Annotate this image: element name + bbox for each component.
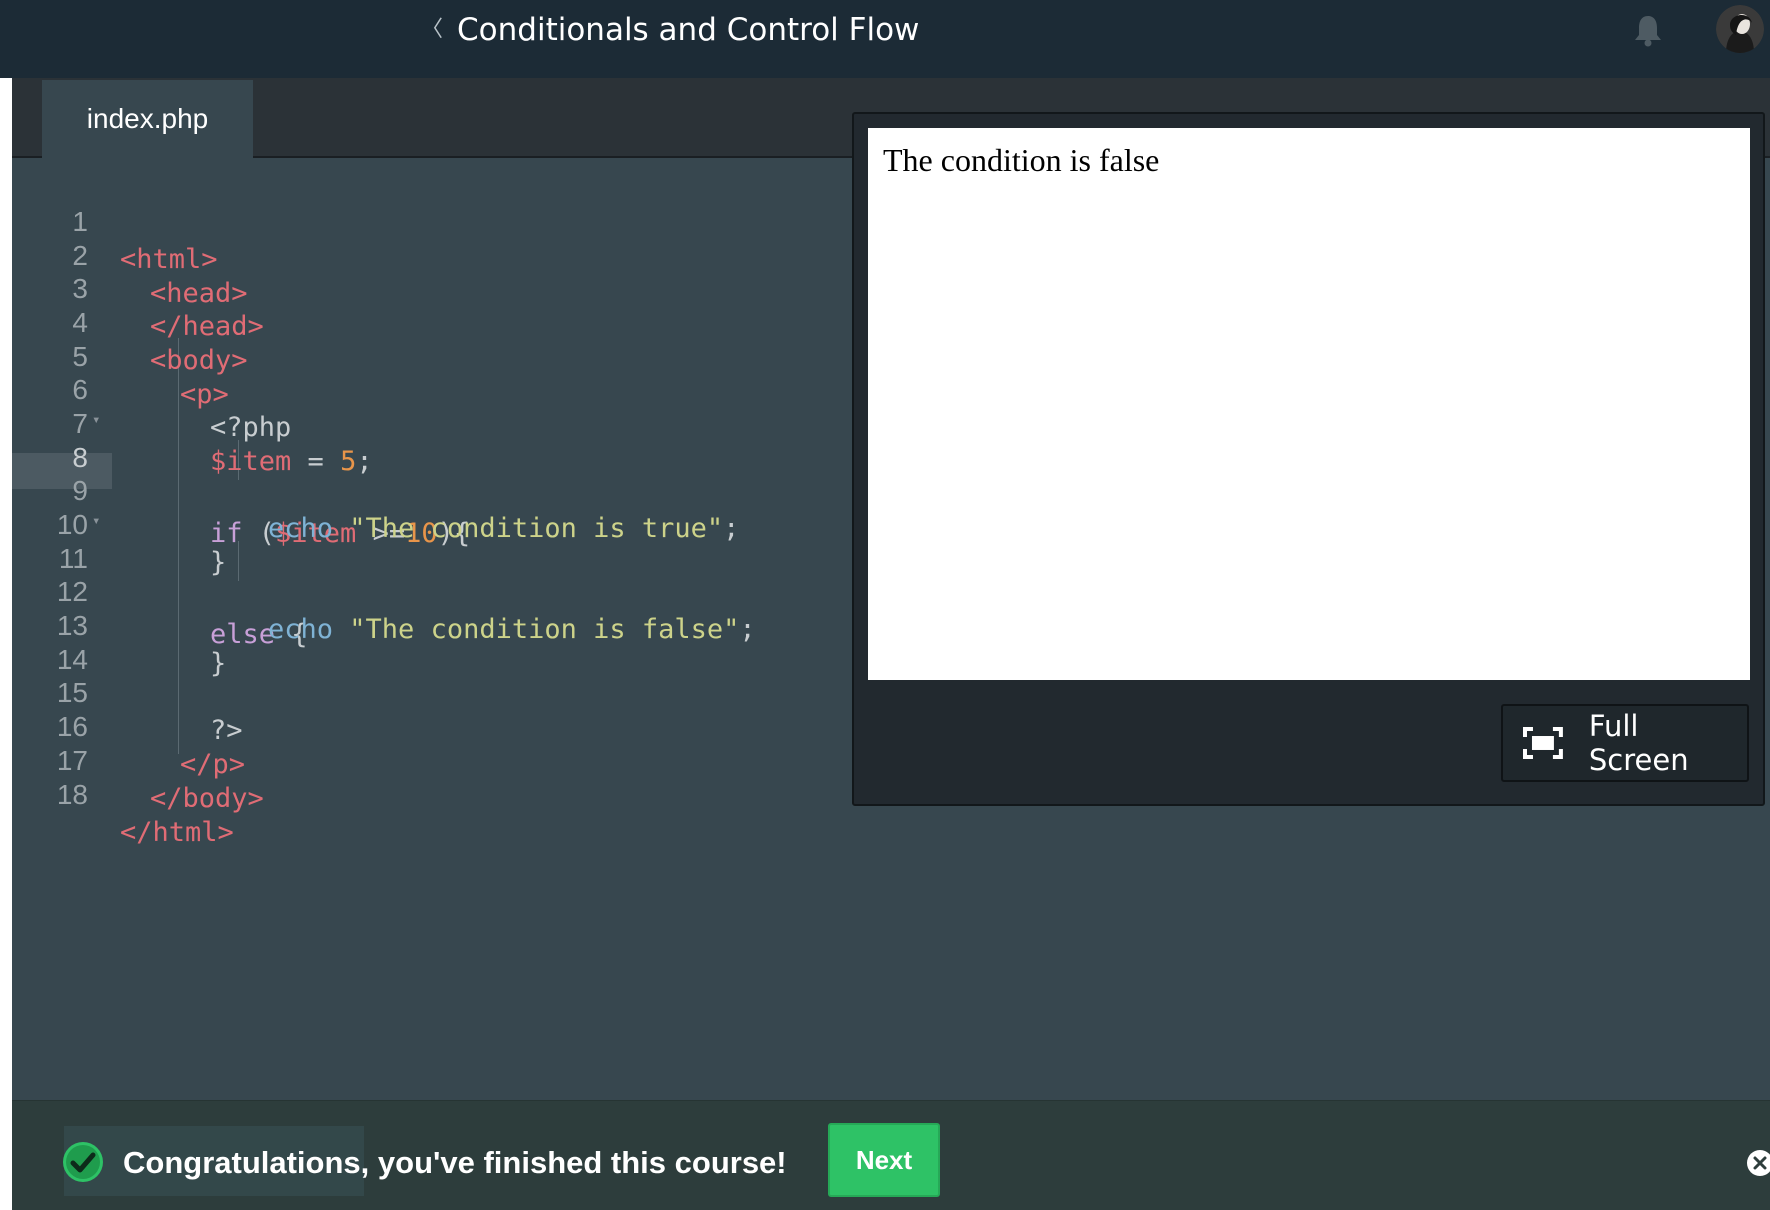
fullscreen-icon	[1523, 727, 1563, 759]
code-line: 15 ?>	[12, 636, 852, 746]
tab-index-php[interactable]: index.php	[42, 78, 253, 158]
preview-output-text: The condition is false	[883, 142, 1160, 178]
code-line: 16 </p>	[12, 670, 852, 780]
code-line: 9 echo "The condition is true";	[12, 434, 852, 544]
full-screen-button[interactable]: Full Screen	[1501, 704, 1749, 782]
code-line: 4 <body>	[12, 266, 852, 376]
code-text: </html>	[120, 817, 234, 848]
code-line: 18 </html>	[12, 738, 852, 848]
left-edge-panel	[0, 78, 12, 1210]
avatar[interactable]	[1716, 5, 1764, 53]
full-screen-label: Full Screen	[1588, 709, 1689, 777]
code-line: 13 }	[12, 569, 852, 679]
line-number: 18	[56, 779, 88, 810]
code-line: 7 $item = 5;	[12, 367, 852, 477]
course-title: Conditionals and Control Flow	[457, 12, 920, 48]
code-line: 6 <?php	[12, 333, 852, 443]
check-circle-icon	[62, 1141, 104, 1183]
close-icon[interactable]	[1746, 1149, 1770, 1177]
completion-message: Congratulations, you've finished this co…	[123, 1145, 787, 1180]
back-to-course-link[interactable]: 〈 Conditionals and Control Flow	[421, 10, 919, 50]
bell-icon[interactable]	[1630, 12, 1666, 48]
code-line: 3 </head>	[12, 232, 852, 342]
next-button[interactable]: Next	[828, 1123, 940, 1197]
top-bar: 〈 Conditionals and Control Flow	[0, 0, 1770, 78]
code-line: 10 }	[12, 468, 852, 578]
output-preview-panel: The condition is false Full Screen	[852, 112, 1765, 806]
preview-frame: The condition is false	[868, 128, 1750, 680]
code-editor[interactable]: 1 <html> 2 <head> 3 </head> 4 <body> 5 <…	[12, 158, 852, 1098]
code-line: 17 </body>	[12, 704, 852, 814]
chevron-left-icon: 〈	[421, 17, 444, 42]
completion-banner: Congratulations, you've finished this co…	[12, 1100, 1770, 1210]
code-text: </body>	[150, 783, 264, 814]
code-line: 1 <html>	[12, 165, 852, 275]
code-line: 12 echo "The condition is false";	[12, 535, 852, 645]
